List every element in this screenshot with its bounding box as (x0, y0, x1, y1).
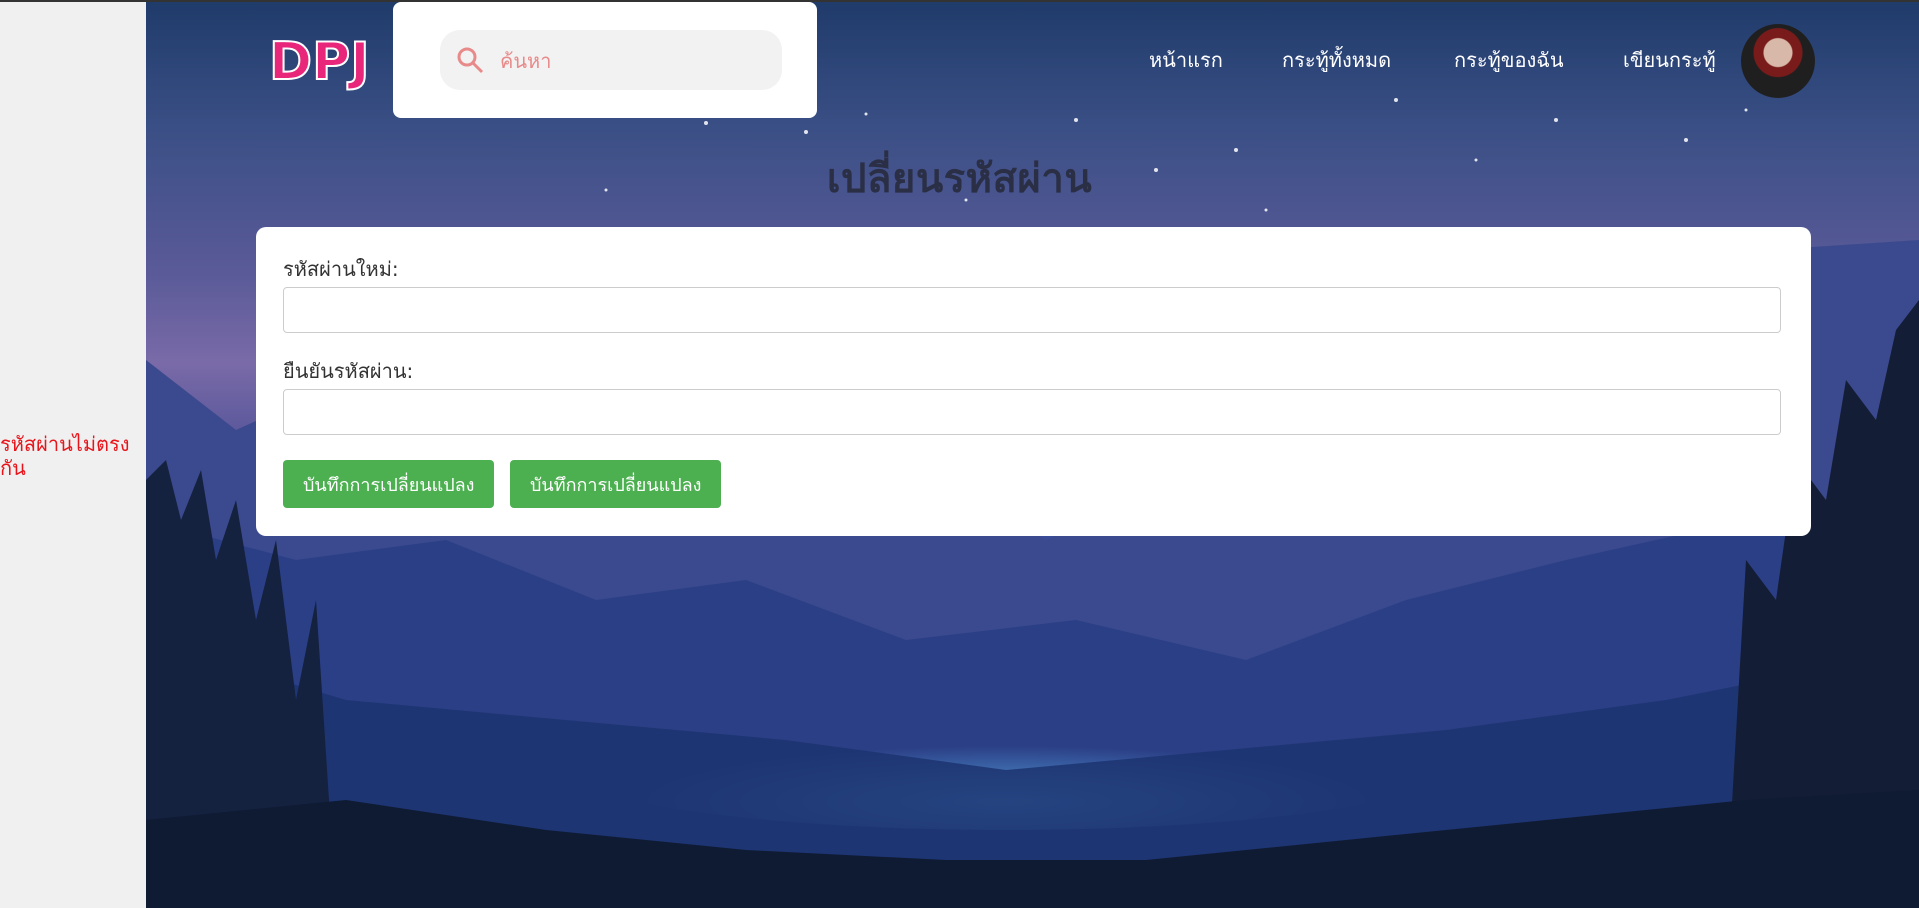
page-title: เปลี่ยนรหัสผ่าน (826, 156, 1093, 202)
new-password-label: รหัสผ่านใหม่: (283, 257, 399, 281)
main-nav: หน้าแรก กระทู้ทั้งหมด กระทู้ของฉัน เขียน… (0, 44, 1919, 74)
nav-write-post[interactable]: เขียนกระทู้ (1623, 44, 1716, 76)
nav-home[interactable]: หน้าแรก (1149, 44, 1223, 76)
confirm-password-label: ยืนยันรหัสผ่าน: (283, 359, 414, 383)
user-avatar[interactable] (1741, 24, 1815, 98)
nav-my-posts[interactable]: กระทู้ของฉัน (1454, 44, 1564, 76)
nav-all-posts[interactable]: กระทู้ทั้งหมด (1282, 44, 1391, 76)
change-password-form: รหัสผ่านใหม่: ยืนยันรหัสผ่าน: บันทึกการเ… (256, 227, 1811, 536)
save-changes-button-2[interactable]: บันทึกการเปลี่ยนแปลง (510, 460, 722, 508)
confirm-password-input[interactable] (283, 389, 1781, 435)
save-changes-button[interactable]: บันทึกการเปลี่ยนแปลง (283, 460, 495, 508)
top-border (0, 0, 1919, 2)
password-mismatch-error: รหัสผ่านไม่ตรงกัน (0, 432, 130, 480)
left-panel: รหัสผ่านไม่ตรงกัน (0, 0, 146, 908)
new-password-input[interactable] (283, 287, 1781, 333)
